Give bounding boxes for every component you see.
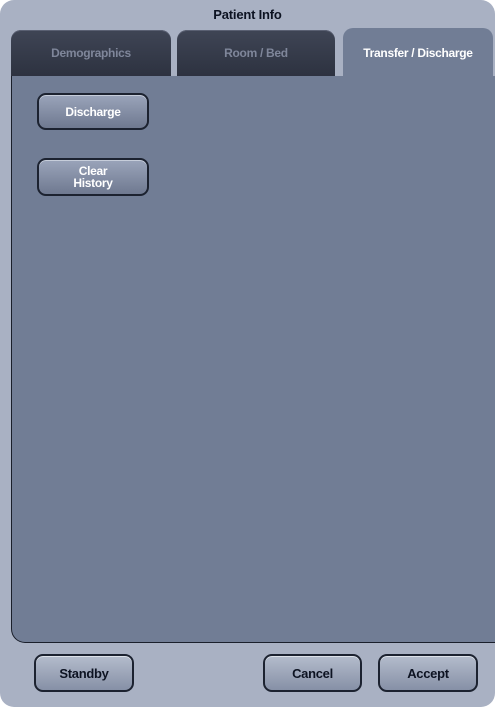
tab-room-bed[interactable]: Room / Bed	[177, 30, 335, 76]
clear-history-button[interactable]: Clear History	[37, 158, 149, 196]
standby-button[interactable]: Standby	[34, 654, 134, 692]
cancel-button[interactable]: Cancel	[263, 654, 362, 692]
discharge-button[interactable]: Discharge	[37, 93, 149, 130]
accept-button[interactable]: Accept	[378, 654, 478, 692]
tab-demographics[interactable]: Demographics	[11, 30, 171, 76]
dialog-title: Patient Info	[213, 7, 282, 22]
patient-info-dialog: Patient Info Demographics Room / Bed Tra…	[0, 0, 495, 707]
tab-transfer-discharge[interactable]: Transfer / Discharge	[343, 28, 493, 78]
